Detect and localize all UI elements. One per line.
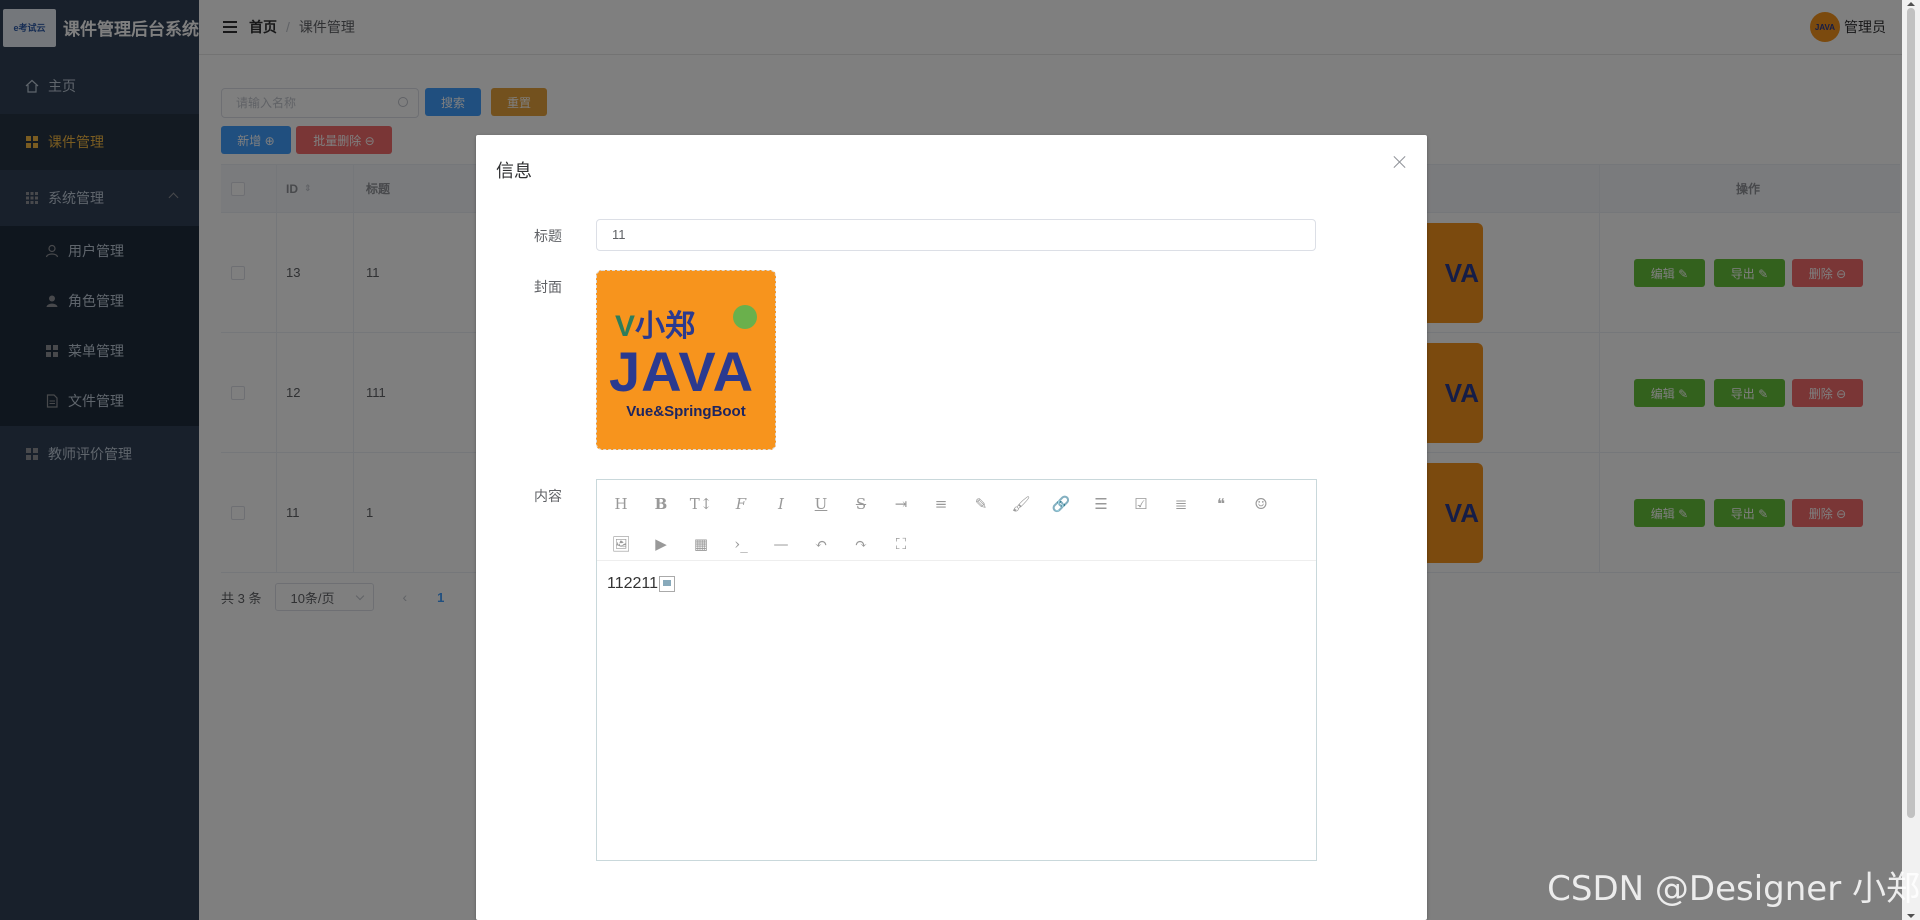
cover-label: 封面 (534, 279, 562, 295)
font-color-icon[interactable]: ✎ (961, 484, 1001, 524)
align-icon[interactable]: ≣ (1161, 484, 1201, 524)
watermark: CSDN @Designer 小郑 (1547, 869, 1920, 909)
editor-content[interactable]: 112211 (597, 561, 1316, 607)
scroll-up-icon[interactable] (1907, 2, 1915, 6)
font-size-icon[interactable]: T↕ (681, 484, 721, 524)
line-height-icon[interactable]: ≡ (921, 484, 961, 524)
scroll-thumb[interactable] (1907, 8, 1915, 818)
title-field[interactable]: 11 (596, 219, 1316, 251)
quote-icon[interactable]: ❝ (1201, 484, 1241, 524)
underline-icon[interactable]: U (801, 484, 841, 524)
divider-icon[interactable]: — (761, 524, 801, 564)
cover-java-text: JAVA (609, 340, 755, 403)
editor-text: 112211 (607, 575, 659, 592)
video-icon[interactable]: ▶ (641, 524, 681, 564)
scroll-down-icon[interactable] (1907, 914, 1915, 918)
undo-icon[interactable]: ↶ (801, 524, 841, 564)
dialog-title: 信息 (496, 161, 532, 181)
font-family-icon[interactable]: F (721, 484, 761, 524)
title-label: 标题 (534, 228, 562, 244)
rich-text-editor: H B T↕ F I U S ⇥ ≡ ✎ 🖌 🔗 ☰ ☑ ≣ ❝ ☺ 🖼 ▶ ▦… (596, 479, 1317, 861)
page-scrollbar[interactable] (1902, 0, 1920, 920)
cover-upload[interactable]: V小郑 JAVA Vue&SpringBoot (596, 270, 776, 450)
table-icon[interactable]: ▦ (681, 524, 721, 564)
list-icon[interactable]: ☰ (1081, 484, 1121, 524)
strikethrough-icon[interactable]: S (841, 484, 881, 524)
italic-icon[interactable]: I (761, 484, 801, 524)
close-icon[interactable] (1393, 155, 1407, 169)
power-icon (733, 305, 757, 329)
background-color-icon[interactable]: 🖌 (1001, 484, 1041, 524)
todo-icon[interactable]: ☑ (1121, 484, 1161, 524)
cover-subtitle: Vue&SpringBoot (626, 403, 746, 420)
link-icon[interactable]: 🔗 (1041, 484, 1081, 524)
heading-icon[interactable]: H (601, 484, 641, 524)
broken-image-icon (659, 576, 676, 592)
indent-icon[interactable]: ⇥ (881, 484, 921, 524)
content-label: 内容 (534, 488, 562, 504)
editor-toolbar: H B T↕ F I U S ⇥ ≡ ✎ 🖌 🔗 ☰ ☑ ≣ ❝ ☺ 🖼 ▶ ▦… (597, 480, 1316, 561)
redo-icon[interactable]: ↷ (841, 524, 881, 564)
bold-icon[interactable]: B (641, 484, 681, 524)
image-icon[interactable]: 🖼 (601, 524, 641, 564)
emoji-icon[interactable]: ☺ (1241, 484, 1281, 524)
fullscreen-icon[interactable]: ⛶ (881, 524, 921, 564)
code-icon[interactable]: ›_ (721, 524, 761, 564)
info-dialog: 信息 标题 11 封面 V小郑 JAVA Vue&SpringBoot 内容 H… (476, 135, 1427, 920)
